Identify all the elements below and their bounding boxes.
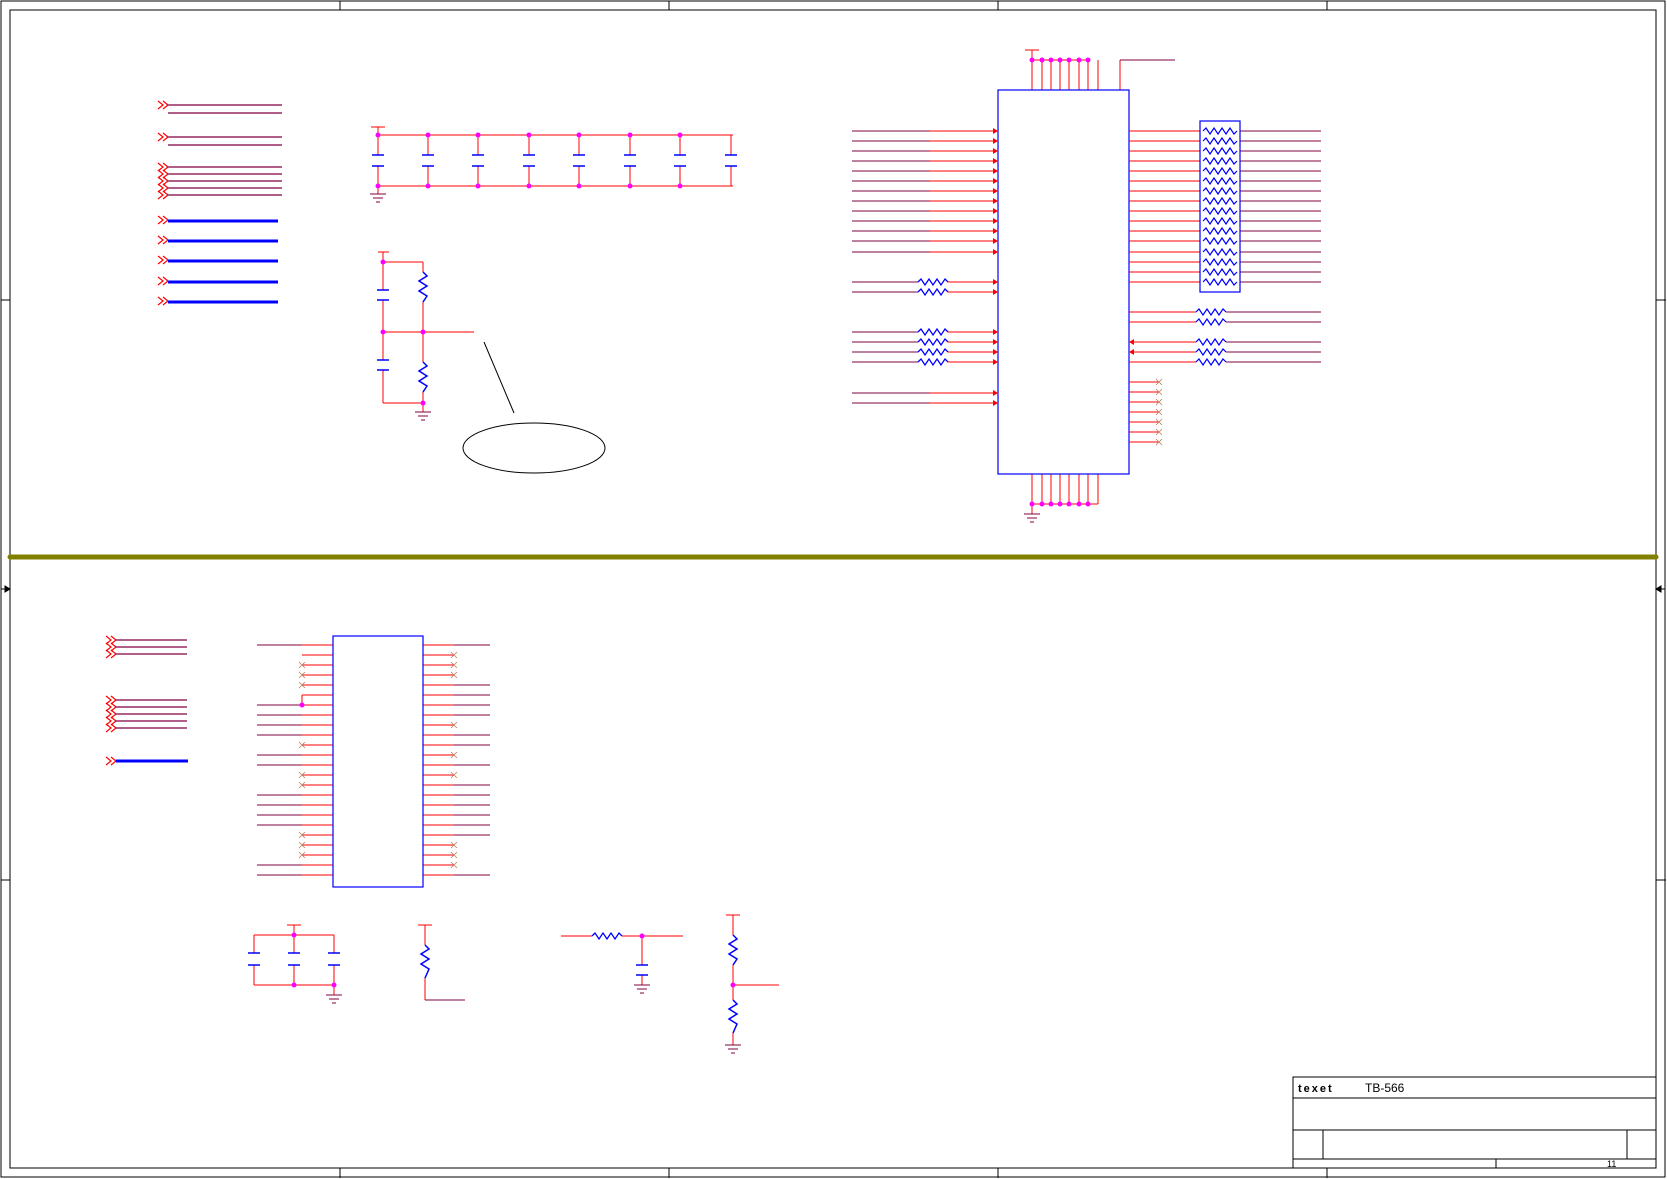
offpage-connectors-bottom [105,635,188,766]
ic-main-right-buses [1129,120,1321,446]
offpage-connectors-top [157,100,282,306]
pullup-resistor-bottom [418,924,465,1001]
sheet-frame [0,0,1666,1178]
ic-main-top-body [997,89,1130,475]
title-block [1292,1076,1657,1169]
sheet-arrow-left [1,585,11,593]
schematic-sheet: texet TB-566 11 [0,0,1666,1178]
rc-filter-bottom [561,931,683,994]
note-callout [462,341,606,474]
decoupling-capacitors-bottom [248,924,342,1004]
model-number: TB-566 [1365,1081,1405,1095]
ic-main-top [997,49,1175,523]
resistor-array [1199,120,1241,293]
ic-bottom [257,635,490,888]
voltage-divider-bottom [725,914,779,1054]
page-number: 11 [1607,1159,1616,1169]
ic-bottom-body [332,635,424,888]
decoupling-capacitor-bank-top [370,126,737,203]
ic-main-left-buses [852,128,998,406]
sheet-arrow-right [1655,585,1665,593]
company-logo: texet [1298,1083,1334,1095]
voltage-divider-top [377,251,474,421]
